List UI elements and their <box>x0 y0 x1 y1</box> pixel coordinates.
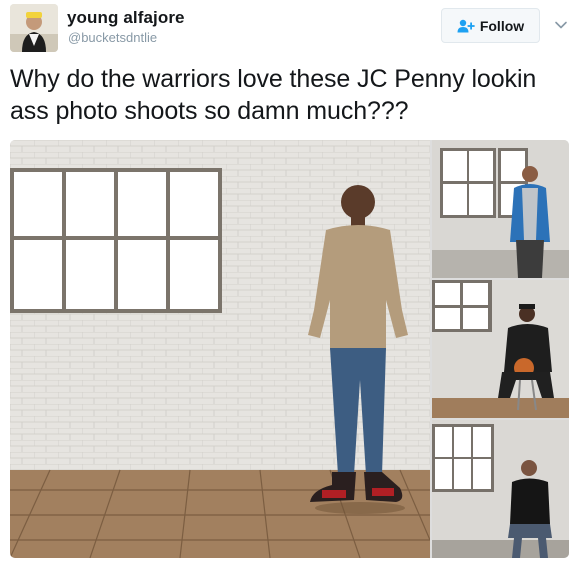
photo-player-standing[interactable] <box>10 140 430 558</box>
photo-player-basketball-stool[interactable] <box>432 280 569 418</box>
photo-player-black-jacket-stool[interactable] <box>432 420 569 558</box>
tweet-card: young alfajore @bucketsdntlie Follow Why… <box>0 0 583 564</box>
tweet-text: Why do the warriors love these JC Penny … <box>10 65 537 125</box>
add-user-icon <box>457 19 475 33</box>
avatar-image <box>10 4 58 52</box>
avatar[interactable] <box>10 4 58 52</box>
follow-button-label: Follow <box>479 17 525 34</box>
user-handle[interactable]: @bucketsdntlie <box>68 30 157 45</box>
photo-player-blue-hoodie[interactable] <box>432 140 569 278</box>
chevron-down-icon[interactable] <box>553 17 569 33</box>
follow-button[interactable]: Follow <box>441 8 540 43</box>
media-grid <box>10 140 569 558</box>
display-name[interactable]: young alfajore <box>67 8 185 28</box>
